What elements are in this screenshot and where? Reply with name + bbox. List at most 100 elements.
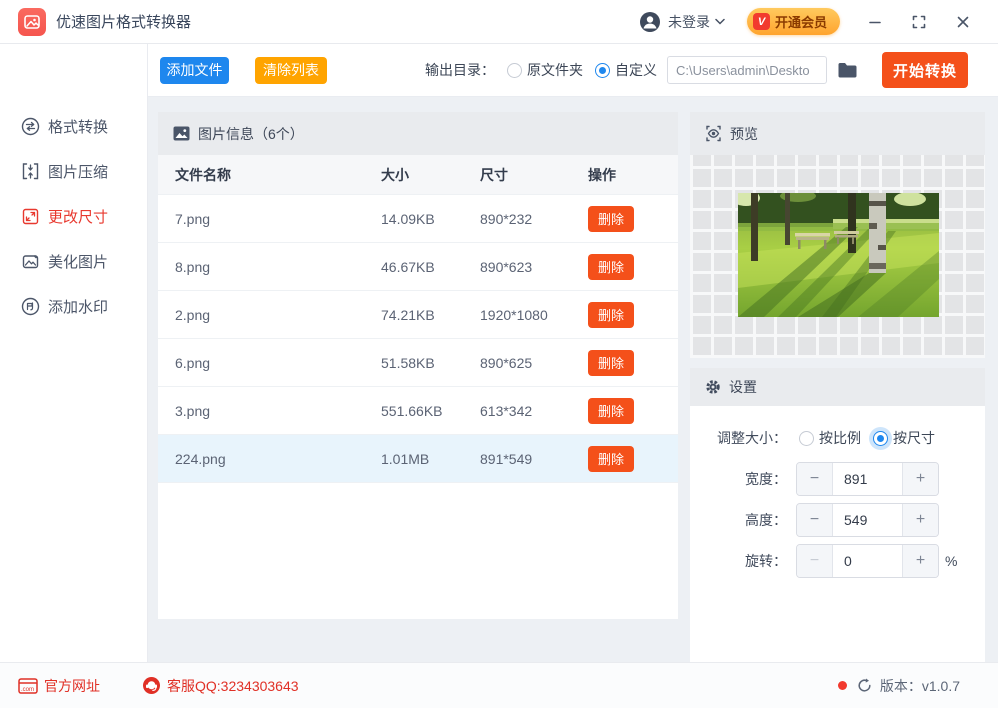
open-vip-button[interactable]: V 开通会员: [746, 8, 840, 35]
add-files-button[interactable]: 添加文件: [160, 56, 229, 84]
cell-size: 74.21KB: [381, 306, 435, 323]
table-row-selected[interactable]: 224.png 1.01MB 891*549 删除: [158, 435, 678, 483]
app-logo-icon: [18, 7, 46, 36]
height-label: 高度：: [745, 512, 787, 528]
preview-checkerboard: [690, 155, 985, 358]
sidebar-item-beautify[interactable]: 美化图片: [0, 239, 147, 284]
delete-button[interactable]: 删除: [588, 349, 634, 376]
cell-size: 1.01MB: [381, 450, 430, 467]
height-increment-button[interactable]: +: [902, 504, 938, 536]
official-website-link[interactable]: .com 官方网址: [18, 676, 100, 696]
sidebar-item-resize[interactable]: 更改尺寸: [0, 194, 147, 239]
close-button[interactable]: [954, 13, 972, 31]
login-menu[interactable]: 未登录: [639, 11, 725, 33]
convert-icon: [21, 117, 40, 136]
rotate-decrement-button[interactable]: −: [797, 545, 833, 577]
height-stepper: − +: [796, 503, 939, 537]
radio-custom-folder[interactable]: 自定义: [595, 60, 657, 80]
table-row[interactable]: 8.png 46.67KB 890*623 删除: [158, 243, 678, 291]
start-convert-button[interactable]: 开始转换: [882, 52, 968, 88]
height-decrement-button[interactable]: −: [797, 504, 833, 536]
beautify-icon: [22, 254, 39, 269]
rotate-input[interactable]: [833, 545, 902, 577]
radio-circle-icon: [507, 62, 522, 78]
col-dims: 尺寸: [480, 166, 508, 183]
delete-button[interactable]: 删除: [588, 205, 634, 232]
sidebar-item-watermark[interactable]: 添加水印: [0, 284, 147, 329]
rotate-unit-label: %: [945, 553, 958, 569]
cell-size: 51.58KB: [381, 354, 435, 371]
toolbar: 添加文件 清除列表 输出目录： 原文件夹 自定义 开始转换: [148, 44, 998, 97]
height-input[interactable]: [833, 504, 902, 536]
rotate-stepper: − +: [796, 544, 939, 578]
rotate-increment-button[interactable]: +: [902, 545, 938, 577]
sidebar-item-label: 美化图片: [48, 254, 109, 271]
radio-circle-icon: [799, 430, 814, 446]
footer: .com 官方网址 客服QQ:3234303643 版本：v1.0.7: [0, 662, 998, 708]
qq-service-icon: [143, 677, 160, 694]
settings-header: 设置: [690, 368, 985, 406]
preview-title: 预览: [730, 125, 758, 142]
sidebar-item-format-convert[interactable]: 格式转换: [0, 104, 147, 149]
vip-badge-icon: V: [752, 13, 770, 30]
width-input[interactable]: [833, 463, 902, 495]
col-action: 操作: [588, 166, 616, 183]
official-website-label: 官方网址: [44, 677, 100, 694]
sidebar-item-compress[interactable]: 图片压缩: [0, 149, 147, 194]
sidebar-item-label: 格式转换: [48, 119, 109, 136]
table-row[interactable]: 2.png 74.21KB 1920*1080 删除: [158, 291, 678, 339]
cell-dims: 891*549: [480, 450, 533, 467]
delete-button[interactable]: 删除: [588, 253, 634, 280]
image-info-icon: [173, 126, 190, 141]
watermark-icon: [21, 297, 40, 316]
vip-button-label: 开通会员: [774, 15, 827, 30]
check-update-icon[interactable]: [857, 678, 872, 693]
width-label: 宽度：: [745, 471, 787, 487]
sidebar-item-label: 添加水印: [48, 299, 109, 316]
width-row: 宽度： − +: [690, 461, 985, 497]
chevron-down-icon: [715, 18, 725, 25]
cell-dims: 613*342: [480, 402, 533, 419]
radio-original-folder[interactable]: 原文件夹: [507, 60, 583, 80]
cell-filename: 2.png: [175, 306, 211, 323]
sidebar: 格式转换 图片压缩 更改尺寸 美化图片 添加水印: [0, 44, 148, 662]
content-area: 添加文件 清除列表 输出目录： 原文件夹 自定义 开始转换: [148, 44, 998, 662]
cell-size: 551.66KB: [381, 402, 443, 419]
width-decrement-button[interactable]: −: [797, 463, 833, 495]
titlebar: 优速图片格式转换器 未登录 V 开通会员: [0, 0, 998, 44]
delete-button[interactable]: 删除: [588, 445, 634, 472]
qq-support-label: 客服QQ:3234303643: [167, 677, 299, 694]
login-status-label: 未登录: [667, 13, 710, 30]
table-section-header: 图片信息（6个）: [158, 112, 678, 155]
table-row[interactable]: 3.png 551.66KB 613*342 删除: [158, 387, 678, 435]
resize-mode-row: 调整大小： 按比例 按尺寸: [690, 420, 985, 456]
clear-list-button[interactable]: 清除列表: [255, 56, 327, 84]
delete-button[interactable]: 删除: [588, 301, 634, 328]
preview-panel: 预览: [690, 112, 985, 358]
table-row[interactable]: 6.png 51.58KB 890*625 删除: [158, 339, 678, 387]
avatar-icon: [639, 11, 660, 32]
file-table-panel: 图片信息（6个） 文件名称 大小 尺寸 操作 7.png 14.09KB 890…: [158, 112, 678, 619]
svg-text:.com: .com: [21, 687, 34, 693]
width-increment-button[interactable]: +: [902, 463, 938, 495]
radio-circle-icon: [595, 62, 610, 78]
cell-dims: 890*623: [480, 258, 533, 275]
gear-icon: [706, 380, 720, 394]
output-path-input[interactable]: [667, 56, 827, 84]
radio-by-ratio[interactable]: 按比例: [799, 428, 861, 448]
browse-folder-icon[interactable]: [837, 62, 858, 79]
cell-size: 14.09KB: [381, 210, 435, 227]
version-label: 版本：v1.0.7: [879, 677, 960, 694]
minimize-button[interactable]: [866, 13, 884, 31]
table-row[interactable]: 7.png 14.09KB 890*232 删除: [158, 195, 678, 243]
radio-by-size[interactable]: 按尺寸: [873, 428, 935, 448]
cell-dims: 890*625: [480, 354, 533, 371]
cell-size: 46.67KB: [381, 258, 435, 275]
cell-dims: 890*232: [480, 210, 533, 227]
width-stepper: − +: [796, 462, 939, 496]
delete-button[interactable]: 删除: [588, 397, 634, 424]
radio-circle-icon: [873, 430, 888, 446]
qq-support-link[interactable]: 客服QQ:3234303643: [142, 676, 299, 696]
preview-header: 预览: [690, 112, 985, 155]
maximize-button[interactable]: [910, 13, 928, 31]
